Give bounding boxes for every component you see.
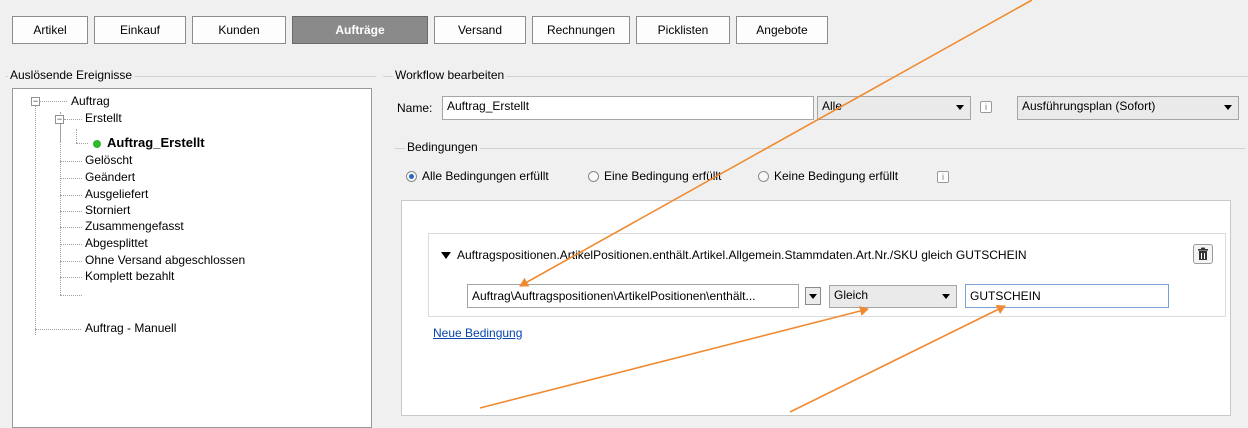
tab-einkauf[interactable]: Einkauf (94, 16, 186, 44)
path-dropdown-button[interactable] (805, 287, 821, 305)
tree-line (60, 178, 82, 179)
tab-picklisten[interactable]: Picklisten (636, 16, 730, 44)
tree-line (35, 329, 81, 330)
tree-line (60, 227, 82, 228)
info-icon[interactable]: i (980, 101, 992, 113)
tree-line (60, 161, 82, 162)
radio-none-label[interactable]: Keine Bedingung erfüllt (774, 169, 898, 183)
tree-node-auftrag-erstellt[interactable]: Auftrag_Erstellt (107, 135, 205, 150)
tree-node-ohne-versand[interactable]: Ohne Versand abgeschlossen (85, 253, 245, 267)
tree-line (39, 101, 67, 102)
chevron-down-icon (809, 294, 817, 299)
status-dot-icon (93, 140, 101, 148)
tree-line (76, 129, 77, 143)
tree-node-storniert[interactable]: Storniert (85, 203, 130, 217)
module-tabs: Artikel Einkauf Kunden Aufträge Versand … (12, 16, 828, 46)
tab-versand[interactable]: Versand (434, 16, 526, 44)
tree-line (60, 277, 82, 278)
tree-line (60, 195, 82, 196)
tree-line (60, 295, 82, 296)
tree-node-ausgeliefert[interactable]: Ausgeliefert (85, 187, 148, 201)
tree-line (76, 143, 88, 144)
trash-icon[interactable] (1193, 244, 1213, 264)
operator-select[interactable]: Gleich (829, 285, 957, 308)
tree-line (60, 244, 82, 245)
name-label: Name: (397, 101, 433, 115)
tree-line (64, 119, 82, 120)
expander-icon[interactable]: − (55, 115, 64, 124)
tree-line (60, 119, 61, 295)
tree-node-auftrag-manuell[interactable]: Auftrag - Manuell (85, 321, 176, 335)
plan-select[interactable]: Ausführungsplan (Sofort) (1017, 96, 1239, 120)
condition-card: Auftragspositionen.ArtikelPositionen.ent… (428, 233, 1226, 317)
condition-summary: Auftragspositionen.ArtikelPositionen.ent… (457, 248, 1027, 262)
tree-node-erstellt[interactable]: Erstellt (85, 111, 122, 125)
info-icon[interactable]: i (937, 171, 949, 183)
tree-node-geloescht[interactable]: Gelöscht (85, 153, 132, 167)
name-input[interactable]: Auftrag_Erstellt (442, 96, 814, 120)
conditions-group-border (395, 148, 1245, 149)
radio-none[interactable] (758, 171, 769, 182)
workflow-panel: Workflow bearbeiten Name: Auftrag_Erstel… (383, 68, 1248, 416)
tree-node-geaendert[interactable]: Geändert (85, 170, 135, 184)
tab-kunden[interactable]: Kunden (192, 16, 286, 44)
collapse-triangle-icon[interactable] (441, 252, 451, 259)
scope-select-value: Alle (822, 99, 843, 113)
tab-rechnungen[interactable]: Rechnungen (532, 16, 630, 44)
radio-one-label[interactable]: Eine Bedingung erfüllt (604, 169, 721, 183)
workflow-group-title: Workflow bearbeiten (393, 68, 507, 82)
tree-line (60, 211, 82, 212)
compare-value-input[interactable]: GUTSCHEIN (965, 284, 1169, 308)
expander-icon[interactable]: − (31, 97, 40, 106)
radio-one[interactable] (588, 171, 599, 182)
new-condition-link[interactable]: Neue Bedingung (433, 326, 522, 340)
scope-select[interactable]: Alle (817, 96, 971, 120)
tab-auftraege[interactable]: Aufträge (292, 16, 428, 44)
radio-all[interactable] (406, 171, 417, 182)
left-group-title: Auslösende Ereignisse (8, 68, 135, 82)
tree-node-abgesplittet[interactable]: Abgesplittet (85, 236, 148, 250)
tree-node-zusammengefasst[interactable]: Zusammengefasst (85, 219, 184, 233)
tab-angebote[interactable]: Angebote (736, 16, 828, 44)
event-tree: − Auftrag − Erstellt Auftrag_Erstellt Ge… (12, 88, 372, 428)
conditions-box: Auftragspositionen.ArtikelPositionen.ent… (401, 200, 1231, 416)
operator-select-value: Gleich (834, 288, 869, 302)
tree-line (60, 261, 82, 262)
chevron-down-icon (956, 105, 964, 110)
condition-path-field[interactable]: Auftrag\Auftragspositionen\ArtikelPositi… (467, 284, 799, 308)
chevron-down-icon (1224, 105, 1232, 110)
tree-node-komplett-bezahlt[interactable]: Komplett bezahlt (85, 269, 174, 283)
tree-line (35, 106, 36, 335)
workflow-group-border (383, 76, 1248, 77)
radio-all-label[interactable]: Alle Bedingungen erfüllt (422, 169, 549, 183)
plan-select-value: Ausführungsplan (Sofort) (1022, 99, 1156, 113)
tab-artikel[interactable]: Artikel (12, 16, 88, 44)
chevron-down-icon (942, 294, 950, 299)
trash-glyph (1198, 247, 1208, 260)
conditions-group-title: Bedingungen (405, 140, 480, 154)
tree-node-auftrag[interactable]: Auftrag (71, 94, 110, 108)
